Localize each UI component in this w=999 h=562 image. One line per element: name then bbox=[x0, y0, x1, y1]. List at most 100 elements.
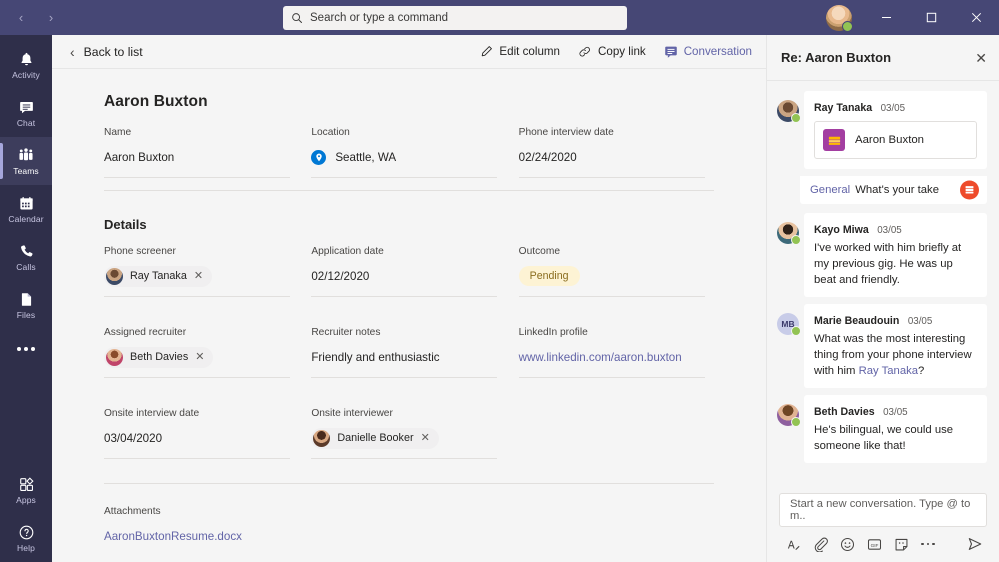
sidebar-item-calls[interactable]: Calls bbox=[0, 233, 52, 281]
mention-link[interactable]: Ray Tanaka bbox=[859, 365, 918, 377]
sidebar-item-help[interactable]: Help bbox=[0, 514, 52, 562]
field-value[interactable]: AaronBuxtonResume.docx bbox=[104, 525, 316, 547]
remove-person-icon[interactable]: ✕ bbox=[194, 270, 208, 282]
close-icon[interactable]: ✕ bbox=[975, 51, 987, 65]
message-meta: Marie Beaudouin 03/05 bbox=[814, 311, 977, 329]
message-meta: Ray Tanaka 03/05 bbox=[814, 98, 977, 116]
sidebar-item-apps[interactable]: Apps bbox=[0, 466, 52, 514]
message-list[interactable]: Ray Tanaka 03/05 Aaron Buxton General Wh… bbox=[767, 81, 999, 493]
message-timestamp: 03/05 bbox=[880, 103, 906, 114]
sidebar-item-label: Calls bbox=[16, 262, 36, 272]
nav-back-button[interactable]: ‹ bbox=[8, 5, 34, 31]
giphy-icon[interactable]: GIF bbox=[866, 536, 882, 552]
field-label: Phone interview date bbox=[518, 127, 614, 138]
send-icon[interactable] bbox=[967, 536, 983, 552]
field-value[interactable]: Pending bbox=[518, 265, 726, 287]
user-avatar[interactable] bbox=[826, 4, 853, 32]
details-row-2: Assigned recruiter Beth Davies ✕ Recruit… bbox=[104, 327, 726, 388]
sidebar-item-calendar[interactable]: Calendar bbox=[0, 185, 52, 233]
apps-icon bbox=[18, 475, 35, 493]
chat-icon bbox=[18, 98, 35, 116]
command-bar-actions: Edit column Copy link Conversation bbox=[479, 45, 752, 59]
more-options-icon[interactable] bbox=[920, 536, 936, 552]
field-underline bbox=[104, 458, 290, 459]
field-value[interactable]: Seattle, WA bbox=[311, 146, 518, 168]
search-input[interactable]: Search or type a command bbox=[283, 6, 627, 30]
sidebar-item-label: Apps bbox=[16, 495, 36, 505]
channel-name[interactable]: General bbox=[810, 184, 850, 196]
attachment-link[interactable]: AaronBuxtonResume.docx bbox=[104, 530, 242, 543]
conversation-title: Re: Aaron Buxton bbox=[781, 50, 892, 65]
field-application-date: Application date 02/12/2020 bbox=[311, 246, 518, 297]
field-onsite-interviewer: Onsite interviewer Danielle Booker ✕ bbox=[311, 408, 518, 459]
message-body: Marie Beaudouin 03/05 What was the most … bbox=[804, 304, 987, 389]
field-label: Assigned recruiter bbox=[104, 327, 187, 338]
app-body: Activity Chat Teams Calendar Calls Files… bbox=[0, 35, 999, 562]
sidebar-item-chat[interactable]: Chat bbox=[0, 89, 52, 137]
maximize-button[interactable] bbox=[909, 0, 954, 35]
conversation-button[interactable]: Conversation bbox=[664, 45, 752, 59]
app-bot-icon[interactable] bbox=[960, 180, 979, 200]
field-value[interactable]: Danielle Booker ✕ bbox=[311, 427, 518, 449]
field-assigned-recruiter: Assigned recruiter Beth Davies ✕ bbox=[104, 327, 311, 378]
detail-scroll-area[interactable]: Aaron Buxton Name Aaron Buxton Location bbox=[52, 69, 766, 562]
field-value[interactable]: Beth Davies ✕ bbox=[104, 346, 311, 368]
top-field-row: Name Aaron Buxton Location Seattle, WA P… bbox=[104, 127, 726, 178]
message-timestamp: 03/05 bbox=[877, 225, 902, 236]
remove-person-icon[interactable]: ✕ bbox=[195, 351, 209, 363]
message-text-after: ? bbox=[918, 365, 925, 378]
avatar bbox=[106, 348, 123, 366]
person-chip[interactable]: Ray Tanaka ✕ bbox=[104, 265, 213, 287]
sidebar-item-activity[interactable]: Activity bbox=[0, 41, 52, 89]
field-value[interactable]: www.linkedin.com/aaron.buxton bbox=[519, 346, 726, 368]
file-icon bbox=[18, 290, 35, 308]
chevron-left-icon: ‹ bbox=[70, 43, 75, 60]
field-value[interactable]: 03/04/2020 bbox=[104, 427, 311, 449]
list-item-card[interactable]: Aaron Buxton bbox=[814, 121, 977, 159]
field-outcome: Outcome Pending bbox=[518, 246, 726, 297]
reply-row[interactable]: General What's your take bbox=[800, 176, 987, 204]
search-icon bbox=[291, 12, 303, 24]
avatar bbox=[106, 267, 123, 285]
nav-forward-button[interactable]: › bbox=[38, 5, 64, 31]
minimize-button[interactable] bbox=[864, 0, 909, 35]
field-underline bbox=[104, 296, 290, 297]
message-timestamp: 03/05 bbox=[907, 316, 933, 328]
close-button[interactable] bbox=[954, 0, 999, 35]
sticker-icon[interactable] bbox=[893, 536, 909, 552]
back-to-list-button[interactable]: ‹ Back to list bbox=[70, 45, 143, 59]
bell-icon bbox=[18, 50, 35, 68]
sidebar-item-teams[interactable]: Teams bbox=[0, 137, 52, 185]
item-detail: Aaron Buxton Name Aaron Buxton Location bbox=[52, 69, 766, 547]
pencil-icon bbox=[479, 45, 493, 59]
field-value[interactable]: 02/12/2020 bbox=[311, 265, 518, 287]
copy-link-label: Copy link bbox=[598, 45, 646, 58]
command-bar: ‹ Back to list Edit column Copy link Con… bbox=[52, 35, 766, 69]
format-icon[interactable] bbox=[785, 536, 801, 552]
message-item: Beth Davies 03/05 He's bilingual, we cou… bbox=[767, 395, 999, 464]
more-options-icon[interactable] bbox=[0, 329, 52, 369]
message-meta: Kayo Miwa 03/05 bbox=[814, 220, 977, 238]
conversation-header: Re: Aaron Buxton ✕ bbox=[767, 35, 999, 81]
remove-person-icon[interactable]: ✕ bbox=[421, 432, 435, 444]
person-chip[interactable]: Beth Davies ✕ bbox=[104, 346, 214, 368]
copy-link-button[interactable]: Copy link bbox=[578, 45, 646, 59]
edit-column-button[interactable]: Edit column bbox=[479, 45, 560, 59]
field-value[interactable]: 02/24/2020 bbox=[519, 146, 726, 168]
person-chip[interactable]: Danielle Booker ✕ bbox=[311, 427, 439, 449]
attach-icon[interactable] bbox=[812, 536, 828, 552]
emoji-icon[interactable] bbox=[839, 536, 855, 552]
sidebar-item-files[interactable]: Files bbox=[0, 281, 52, 329]
compose-input[interactable]: Start a new conversation. Type @ to m.. bbox=[779, 493, 987, 527]
field-underline bbox=[311, 458, 498, 459]
conversation-icon bbox=[664, 45, 678, 59]
field-value[interactable]: Ray Tanaka ✕ bbox=[104, 265, 311, 287]
lists-app-icon bbox=[823, 129, 845, 151]
linkedin-link[interactable]: www.linkedin.com/aaron.buxton bbox=[519, 351, 682, 364]
field-value[interactable]: Friendly and enthusiastic bbox=[311, 346, 518, 368]
message-text: I've worked with him briefly at my previ… bbox=[814, 242, 962, 287]
field-label: LinkedIn profile bbox=[518, 327, 588, 338]
field-label: Phone screener bbox=[104, 246, 176, 257]
field-value[interactable]: Aaron Buxton bbox=[104, 146, 311, 168]
field-linkedin-profile: LinkedIn profile www.linkedin.com/aaron.… bbox=[518, 327, 726, 378]
